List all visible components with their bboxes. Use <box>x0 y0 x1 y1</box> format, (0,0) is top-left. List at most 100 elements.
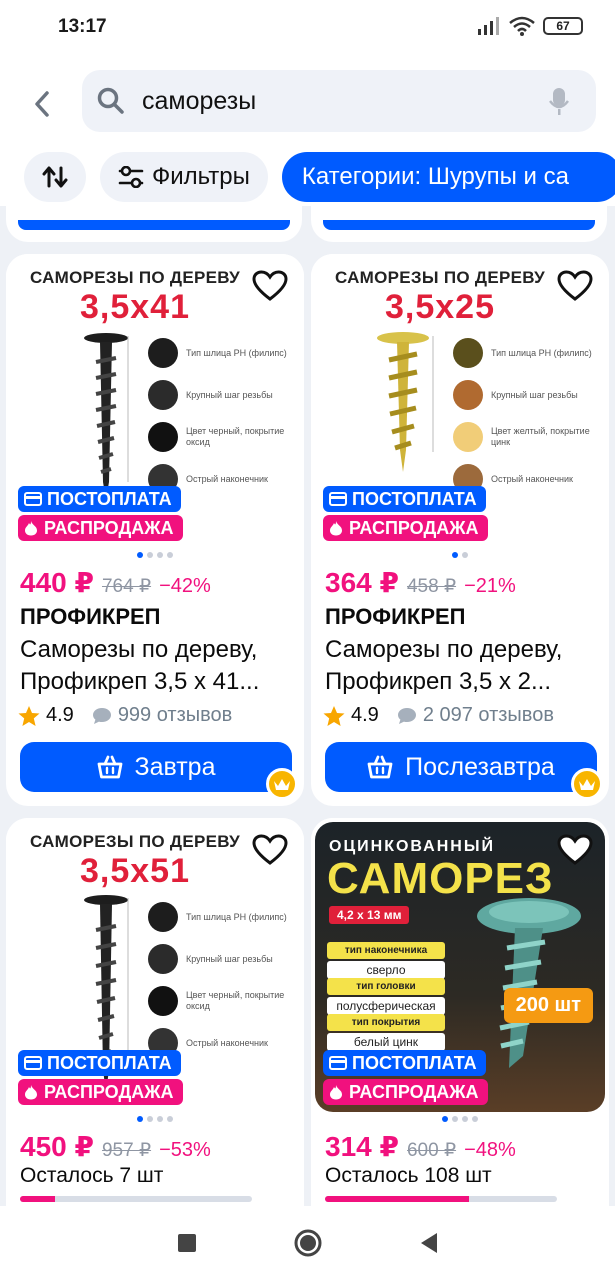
card-icon <box>329 1056 347 1070</box>
sort-button[interactable] <box>24 152 86 202</box>
image-caption: САМОРЕЗЫ ПО ДЕРЕВУ <box>334 268 546 287</box>
feature-item: Тип шлица PH (филипс) <box>453 332 593 374</box>
discount-label: −53% <box>159 1139 211 1161</box>
product-image[interactable]: ОЦИНКОВАННЫЙ САМОРЕЗ 4,2 х 13 мм тип нак… <box>311 818 609 1114</box>
screw-illustration <box>377 332 434 472</box>
favorite-heart-icon[interactable] <box>252 270 288 302</box>
price-line: 314 ₽ 600 ₽ −48% <box>325 1130 516 1163</box>
chevron-left-icon <box>35 91 49 117</box>
system-navigation-bar <box>0 1206 615 1280</box>
card-icon <box>24 1056 42 1070</box>
search-query: саморезы <box>142 87 257 115</box>
status-icons: 67 <box>477 16 583 36</box>
status-bar: 13:17 67 <box>0 0 615 56</box>
badge-group: ПОСТОПЛАТА РАСПРОДАЖА <box>18 486 183 544</box>
reviews-count: 999 отзывов <box>117 704 233 726</box>
feature-item: Цвет желтый, покрытие цинк <box>453 416 593 458</box>
delivery-label: Завтра <box>134 752 216 781</box>
pack-size-label: 200 шт <box>503 988 593 1023</box>
image-size-label: 3,5x51 <box>80 852 190 890</box>
old-price: 764 ₽ <box>101 576 152 597</box>
product-title[interactable]: Саморезы по дереву, Профикреп 3,5 х 2... <box>325 634 601 698</box>
stock-progress-bar <box>20 1196 252 1202</box>
image-caption: САМОРЕЗЫ ПО ДЕРЕВУ <box>29 268 241 287</box>
current-price: 450 ₽ <box>20 1131 94 1162</box>
recent-apps-icon[interactable] <box>177 1233 197 1253</box>
screw-illustration <box>84 333 129 500</box>
feature-list: Тип шлица PH (филипс) Крупный шаг резьбы… <box>148 332 288 500</box>
image-size-label: 3,5x41 <box>80 288 190 326</box>
sale-badge: РАСПРОДАЖА <box>18 1079 183 1105</box>
filters-label: Фильтры <box>152 163 250 190</box>
status-time: 13:17 <box>58 16 107 37</box>
product-title[interactable]: Саморезы по дереву, Профикреп 3,5 х 41..… <box>20 634 296 698</box>
product-image[interactable]: САМОРЕЗЫ ПО ДЕРЕВУ 3,5x51 Тип шлица PH (… <box>6 818 304 1114</box>
flame-icon <box>25 521 37 536</box>
discount-label: −21% <box>464 575 516 597</box>
review-bubble-icon <box>397 707 416 724</box>
stock-remaining: Осталось 108 шт <box>325 1164 492 1187</box>
feature-item: Цвет черный, покрытие оксид <box>148 416 288 458</box>
favorite-heart-icon[interactable] <box>557 270 593 302</box>
filters-button[interactable]: Фильтры <box>100 152 268 202</box>
image-pager-dots <box>311 552 609 558</box>
previous-card-remnant <box>6 206 302 242</box>
price-line: 364 ₽ 458 ₽ −21% <box>325 566 516 599</box>
feature-item: Крупный шаг резьбы <box>148 938 288 980</box>
flame-icon <box>330 521 342 536</box>
postpay-badge: ПОСТОПЛАТА <box>323 1050 486 1076</box>
product-card[interactable]: САМОРЕЗЫ ПО ДЕРЕВУ 3,5x51 Тип шлица PH (… <box>6 818 304 1206</box>
product-card[interactable]: САМОРЕЗЫ ПО ДЕРЕВУ 3,5x25 Тип шлица PH (… <box>311 254 609 806</box>
search-input[interactable]: саморезы <box>82 70 596 132</box>
battery-indicator: 67 <box>543 17 583 35</box>
basket-icon <box>367 755 393 779</box>
signal-icon <box>478 17 499 35</box>
product-card[interactable]: ОЦИНКОВАННЫЙ САМОРЕЗ 4,2 х 13 мм тип нак… <box>311 818 609 1206</box>
favorite-heart-icon[interactable] <box>557 834 593 866</box>
rating-value: 4.9 <box>46 704 74 726</box>
wifi-icon <box>509 16 535 36</box>
back-button[interactable] <box>20 82 64 126</box>
star-icon <box>18 705 40 726</box>
spec-item: тип головки полусферическая <box>327 978 445 1015</box>
current-price: 440 ₽ <box>20 567 94 598</box>
microphone-icon[interactable] <box>548 87 570 117</box>
rating-row: 4.9 999 отзывов <box>18 704 232 727</box>
image-size-label: 3,5x25 <box>385 288 495 326</box>
postpay-badge: ПОСТОПЛАТА <box>323 486 486 512</box>
postpay-badge: ПОСТОПЛАТА <box>18 486 181 512</box>
premium-crown-icon <box>571 768 603 800</box>
brand-name: ПРОФИКРЕП <box>20 604 161 629</box>
search-icon <box>97 87 124 114</box>
discount-label: −42% <box>159 575 211 597</box>
product-image[interactable]: САМОРЕЗЫ ПО ДЕРЕВУ 3,5x25 Тип шлица PH (… <box>311 254 609 550</box>
card-icon <box>329 492 347 506</box>
image-pager-dots <box>6 1116 304 1122</box>
product-image[interactable]: САМОРЕЗЫ ПО ДЕРЕВУ 3,5x41 Тип шлица PH (… <box>6 254 304 550</box>
add-to-cart-button[interactable]: Послезавтра <box>325 742 597 792</box>
rating-value: 4.9 <box>351 704 379 726</box>
add-to-cart-button[interactable]: Завтра <box>20 742 292 792</box>
sale-badge: РАСПРОДАЖА <box>18 515 183 541</box>
feature-list: Тип шлица PH (филипс) Крупный шаг резьбы… <box>453 332 593 500</box>
star-icon <box>323 705 345 726</box>
review-bubble-icon <box>92 707 111 724</box>
screw-illustration <box>477 898 581 1068</box>
feature-list: Тип шлица PH (филипс) Крупный шаг резьбы… <box>148 896 288 1064</box>
product-card[interactable]: САМОРЕЗЫ ПО ДЕРЕВУ 3,5x41 Тип шлица PH (… <box>6 254 304 806</box>
old-price: 600 ₽ <box>406 1140 457 1161</box>
home-icon[interactable] <box>293 1228 323 1258</box>
previous-card-remnant <box>311 206 607 242</box>
back-triangle-icon[interactable] <box>419 1232 439 1254</box>
old-price: 458 ₽ <box>406 576 457 597</box>
rating-row: 4.9 2 097 отзывов <box>323 704 554 727</box>
price-line: 450 ₽ 957 ₽ −53% <box>20 1130 211 1163</box>
current-price: 364 ₽ <box>325 567 399 598</box>
favorite-heart-icon[interactable] <box>252 834 288 866</box>
brand-name: ПРОФИКРЕП <box>325 604 466 629</box>
sale-badge: РАСПРОДАЖА <box>323 1079 488 1105</box>
old-price: 957 ₽ <box>101 1140 152 1161</box>
category-chip[interactable]: Категории: Шурупы и са <box>281 152 615 202</box>
product-feed: САМОРЕЗЫ ПО ДЕРЕВУ 3,5x41 Тип шлица PH (… <box>0 206 615 1206</box>
sale-badge: РАСПРОДАЖА <box>323 515 488 541</box>
